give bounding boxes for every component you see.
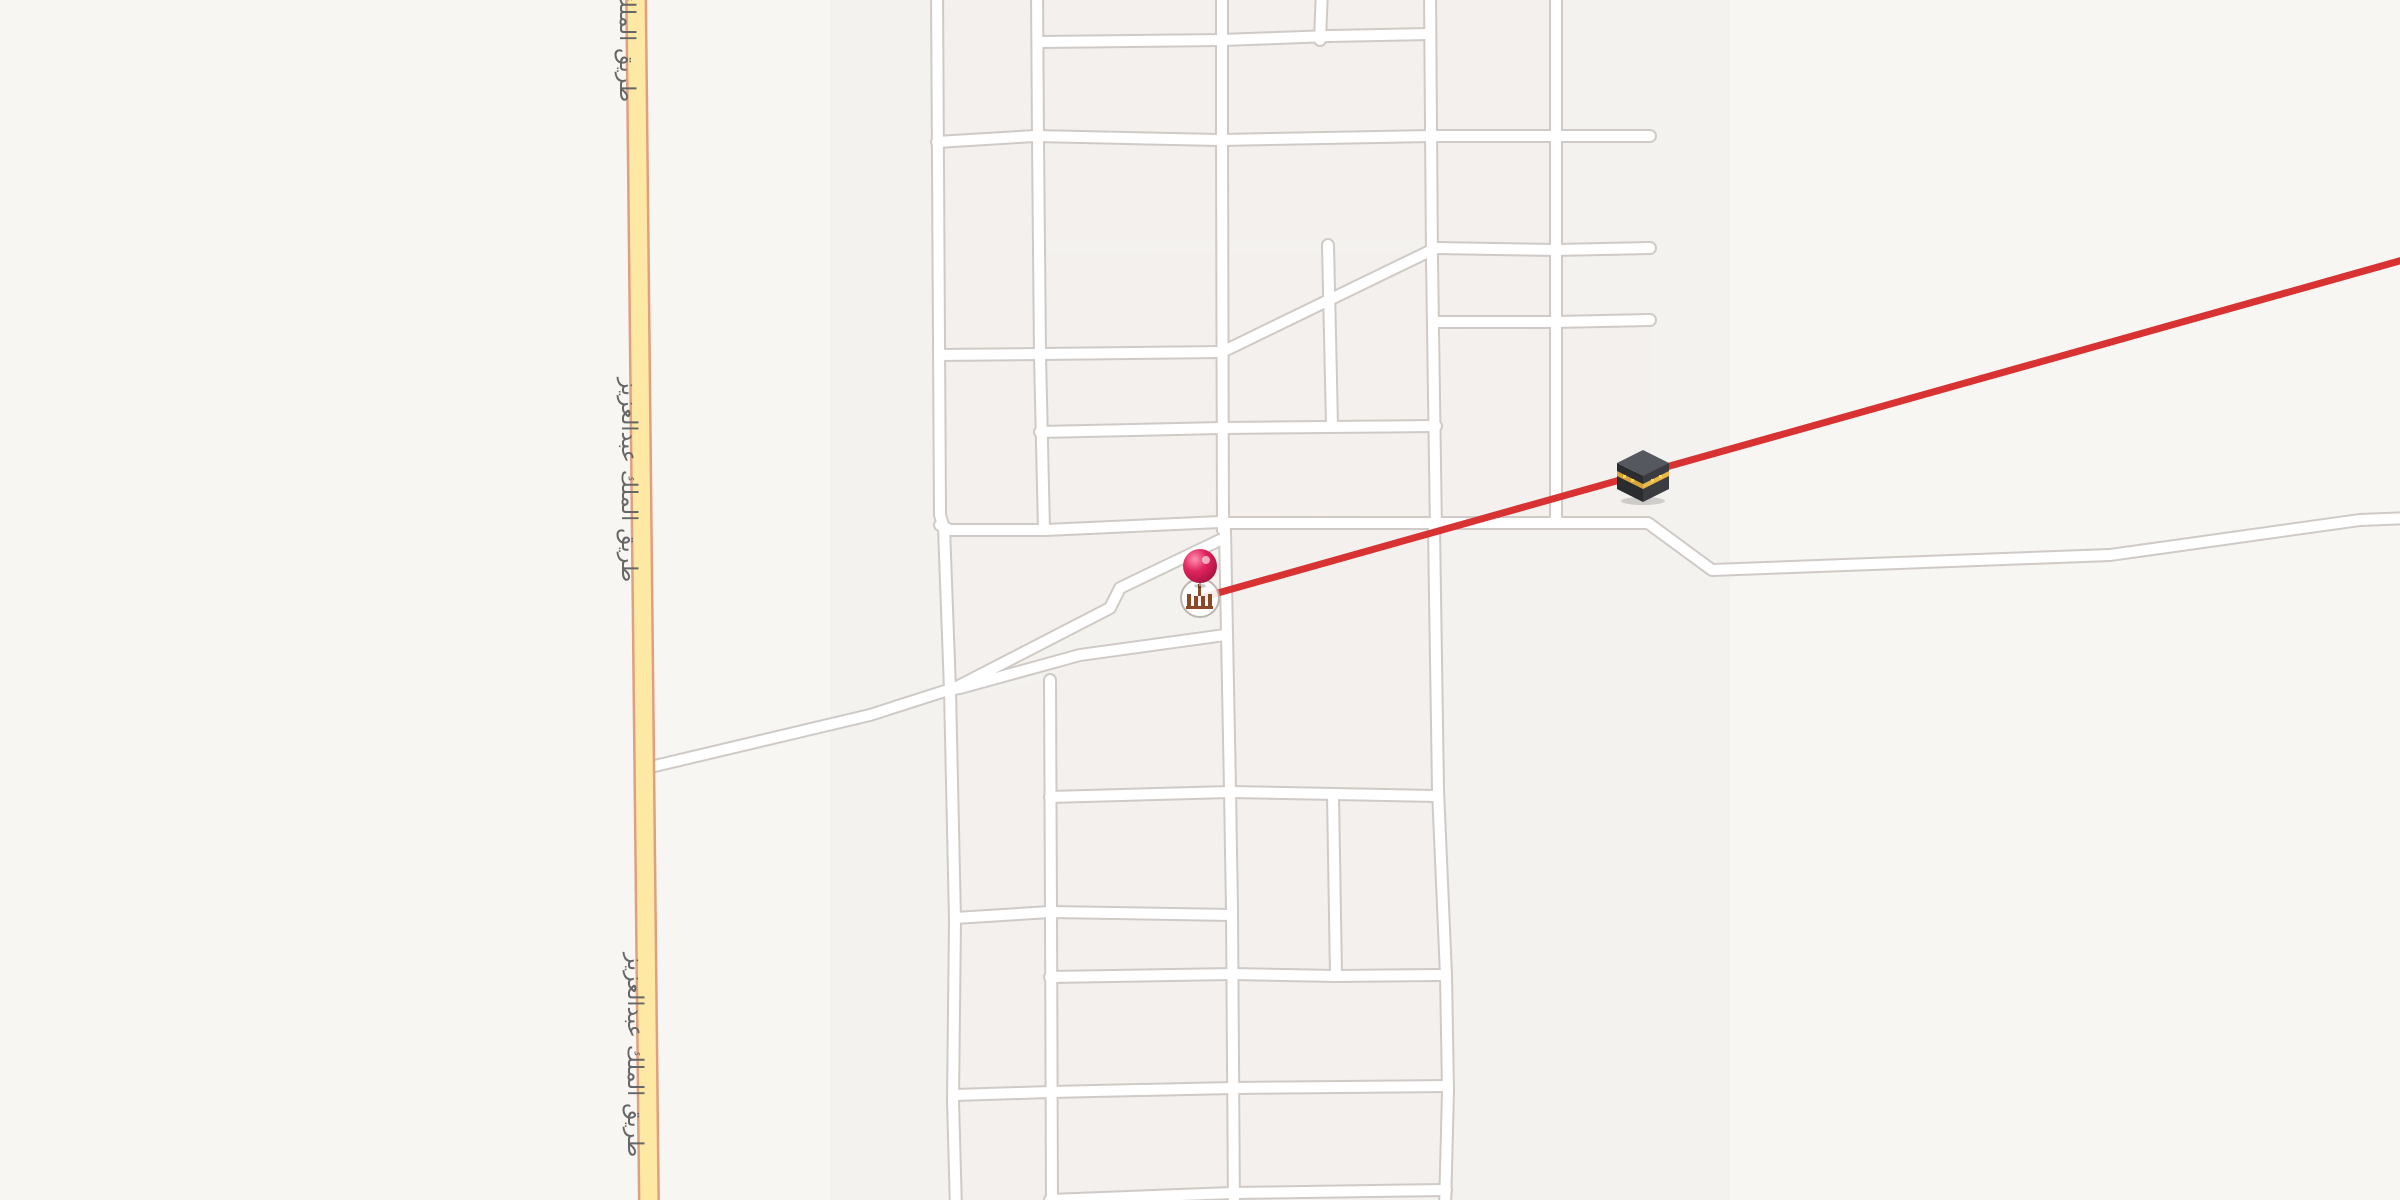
city-block [1046, 252, 1218, 350]
city-block [1057, 800, 1226, 910]
map-canvas[interactable]: طريق الملك عبدالعزيز طريق الملك عبدالعزي… [0, 0, 2400, 1200]
city-block [1044, 145, 1216, 240]
road-label: طريق الملك عبدالعزيز [622, 952, 647, 1158]
city-block [1228, 40, 1425, 133]
city-block [1050, 436, 1220, 525]
city-block [1228, 0, 1318, 35]
city-block [1435, 0, 1550, 127]
city-block [1240, 978, 1440, 1082]
city-block [1058, 982, 1228, 1087]
city-block [1230, 528, 1432, 790]
location-pin-icon [1183, 549, 1217, 583]
map-view[interactable]: طريق الملك عبدالعزيز طريق الملك عبدالعزي… [0, 0, 2400, 1200]
city-block [956, 1098, 1048, 1200]
city-block [1042, 46, 1215, 133]
city-block [1060, 1093, 1230, 1195]
city-block [1057, 920, 1226, 972]
city-block [1442, 330, 1552, 515]
city-block [1055, 642, 1225, 795]
road-label: طريق الملك عبدالعزيز [614, 0, 639, 102]
city-block [1340, 802, 1438, 968]
city-block [1042, 0, 1215, 35]
city-block [1228, 140, 1428, 240]
city-block [958, 918, 1046, 1090]
city-block [942, 146, 1034, 350]
city-block [1230, 432, 1432, 516]
city-block [943, 360, 1040, 528]
city-block [935, 0, 1032, 137]
city-block [1238, 800, 1330, 970]
city-block [1438, 140, 1562, 320]
city-block [952, 680, 1045, 915]
city-block [1242, 1092, 1440, 1192]
city-block [1048, 358, 1218, 430]
road-label: طريق الملك عبدالعزيز [616, 377, 641, 583]
city-block [1328, 0, 1425, 30]
